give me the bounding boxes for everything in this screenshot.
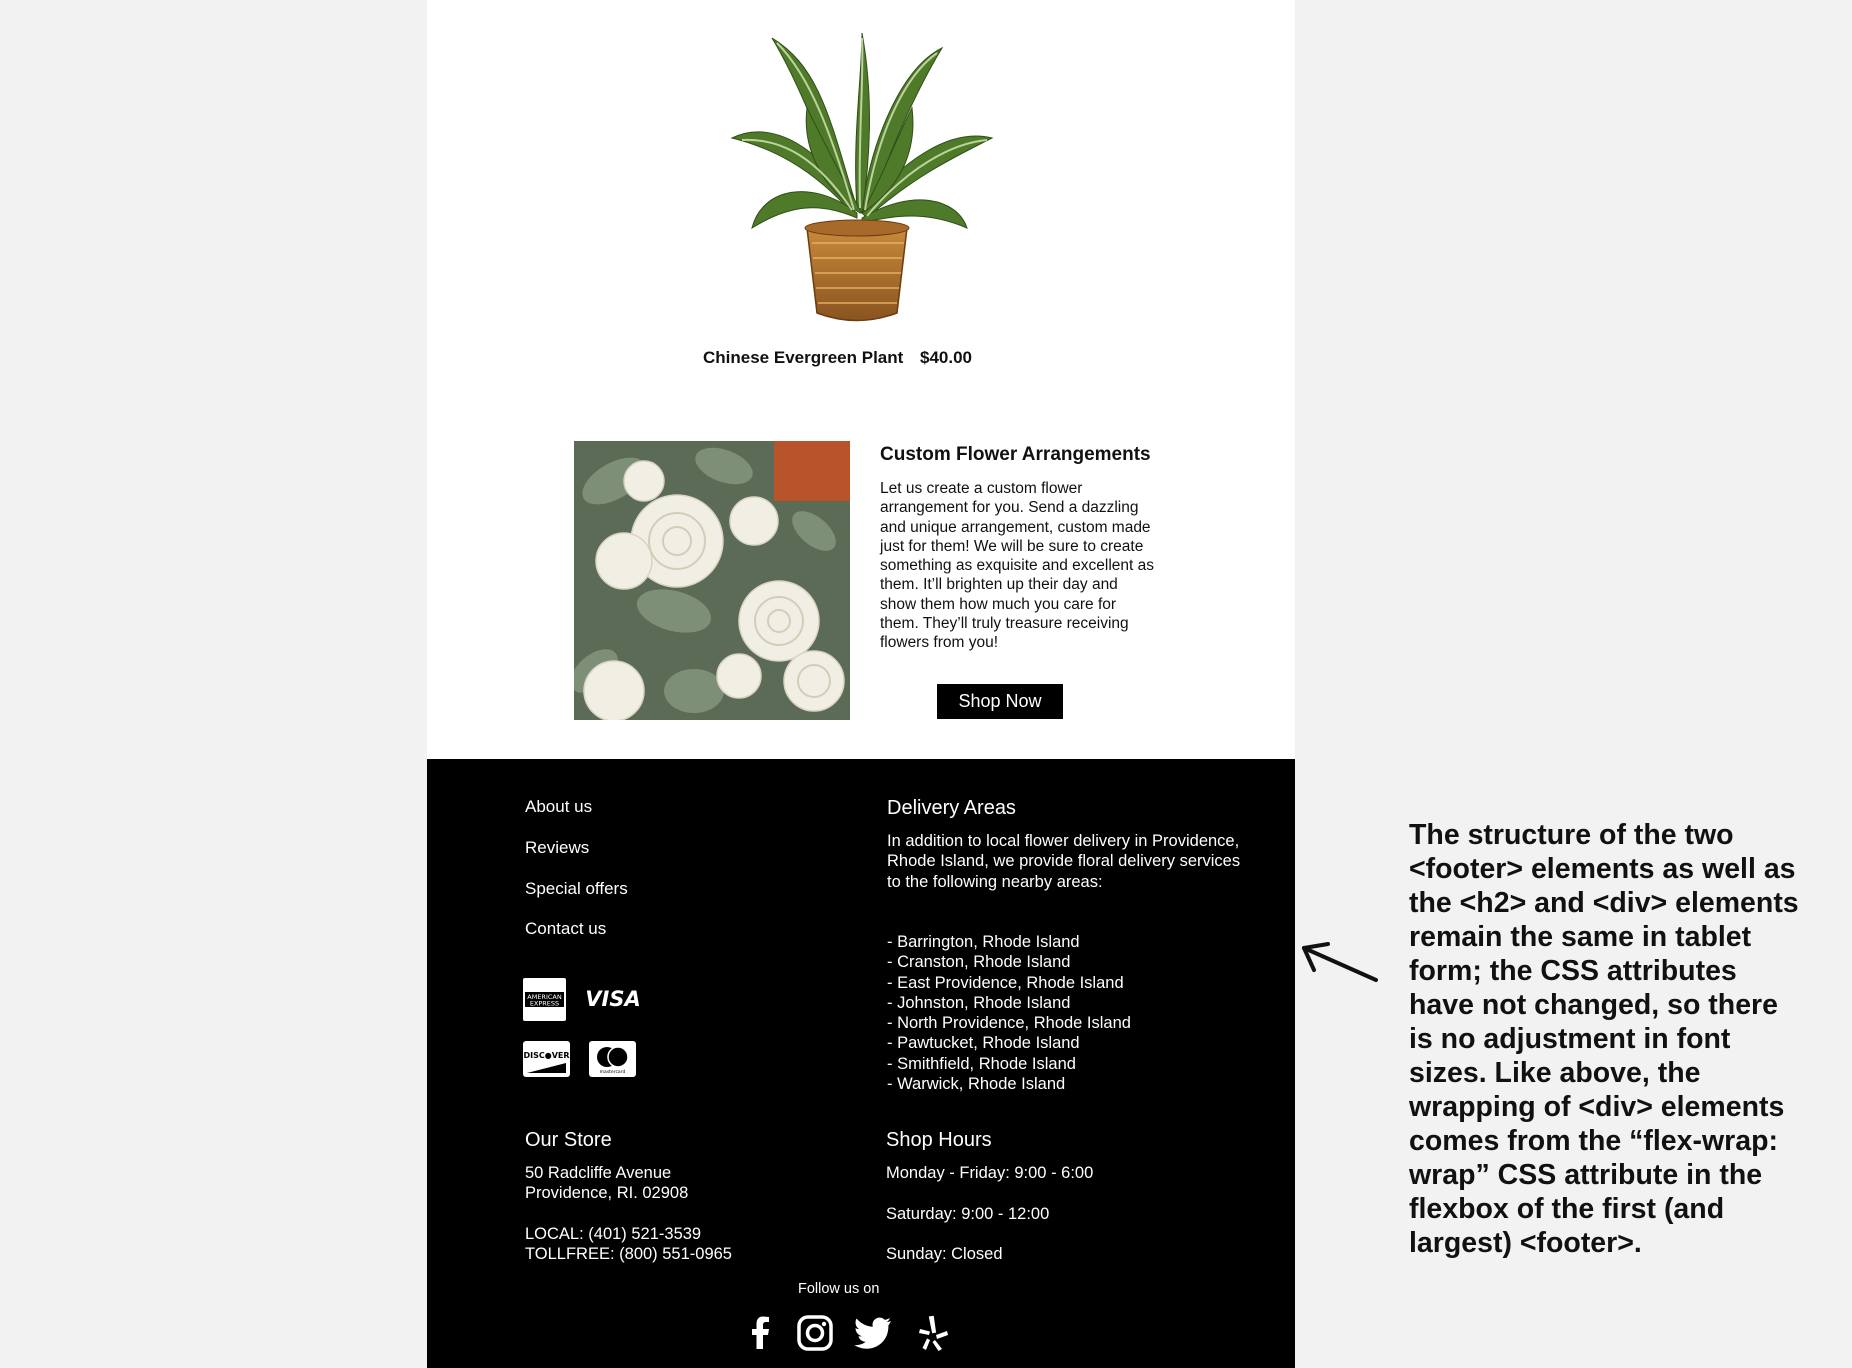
svg-text:DISC●VER: DISC●VER bbox=[523, 1051, 569, 1060]
twitter-icon[interactable] bbox=[853, 1313, 893, 1353]
page-content: Chinese Evergreen Plant $40.00 Custom Fl… bbox=[427, 0, 1295, 1368]
annotation-text: The structure of the two <footer> elemen… bbox=[1409, 819, 1799, 1259]
delivery-area-item: - Barrington, Rhode Island bbox=[887, 933, 1080, 951]
svg-text:VISA: VISA bbox=[587, 987, 639, 1011]
hours-weekday: Monday - Friday: 9:00 - 6:00 bbox=[886, 1164, 1094, 1182]
our-store-title: Our Store bbox=[525, 1129, 612, 1151]
footer-link-contact-us[interactable]: Contact us bbox=[525, 919, 606, 939]
store-address-line-1: 50 Radcliffe Avenue bbox=[525, 1164, 672, 1182]
mastercard-icon: mastercard bbox=[589, 1041, 636, 1077]
hours-saturday: Saturday: 9:00 - 12:00 bbox=[886, 1205, 1050, 1223]
footer-link-special-offers[interactable]: Special offers bbox=[525, 879, 628, 899]
product-price: $40.00 bbox=[920, 348, 972, 367]
delivery-areas-intro: In addition to local flower delivery in … bbox=[887, 832, 1241, 891]
footer: About us Reviews Special offers Contact … bbox=[427, 759, 1295, 1368]
delivery-areas-list: - Barrington, Rhode Island - Cranston, R… bbox=[887, 932, 1131, 1094]
annotation-arrow-icon bbox=[1302, 942, 1378, 982]
product-name[interactable]: Chinese Evergreen Plant bbox=[703, 348, 903, 368]
hours-sunday: Sunday: Closed bbox=[886, 1245, 1003, 1263]
visa-icon: VISA bbox=[587, 987, 639, 1011]
yelp-icon[interactable] bbox=[914, 1313, 954, 1353]
discover-icon: DISC●VER bbox=[523, 1041, 570, 1077]
footer-link-reviews[interactable]: Reviews bbox=[525, 838, 589, 858]
store-address-line-2: Providence, RI. 02908 bbox=[525, 1184, 689, 1202]
delivery-area-item: - Pawtucket, Rhode Island bbox=[887, 1034, 1080, 1053]
store-local-phone[interactable]: LOCAL: (401) 521-3539 bbox=[525, 1225, 701, 1244]
facebook-icon[interactable] bbox=[741, 1313, 781, 1353]
custom-bouquet-image bbox=[574, 441, 850, 720]
delivery-area-item: - Johnston, Rhode Island bbox=[887, 993, 1071, 1012]
shop-now-button[interactable]: Shop Now bbox=[937, 684, 1063, 719]
svg-text:mastercard: mastercard bbox=[600, 1069, 626, 1075]
custom-arrangements-description: Let us create a custom flower arrangemen… bbox=[880, 480, 1154, 652]
instagram-icon[interactable] bbox=[795, 1313, 835, 1353]
svg-text:EXPRESS: EXPRESS bbox=[530, 1000, 559, 1008]
delivery-area-item: - Smithfield, Rhode Island bbox=[887, 1054, 1076, 1073]
delivery-area-item: - North Providence, Rhode Island bbox=[887, 1014, 1131, 1033]
delivery-area-item: - Cranston, Rhode Island bbox=[887, 953, 1071, 972]
delivery-area-item: - East Providence, Rhode Island bbox=[887, 973, 1124, 992]
delivery-area-item: - Warwick, Rhode Island bbox=[887, 1075, 1066, 1094]
footer-link-about-us[interactable]: About us bbox=[525, 797, 592, 817]
plant-product-image[interactable] bbox=[712, 28, 1002, 328]
store-tollfree-phone[interactable]: TOLLFREE: (800) 551-0965 bbox=[525, 1245, 732, 1264]
shop-hours-title: Shop Hours bbox=[886, 1129, 992, 1151]
delivery-areas-title: Delivery Areas bbox=[887, 797, 1016, 819]
follow-us-label: Follow us on bbox=[798, 1281, 880, 1297]
american-express-icon: AMERICAN EXPRESS bbox=[523, 978, 566, 1021]
custom-arrangements-title: Custom Flower Arrangements bbox=[880, 444, 1151, 465]
